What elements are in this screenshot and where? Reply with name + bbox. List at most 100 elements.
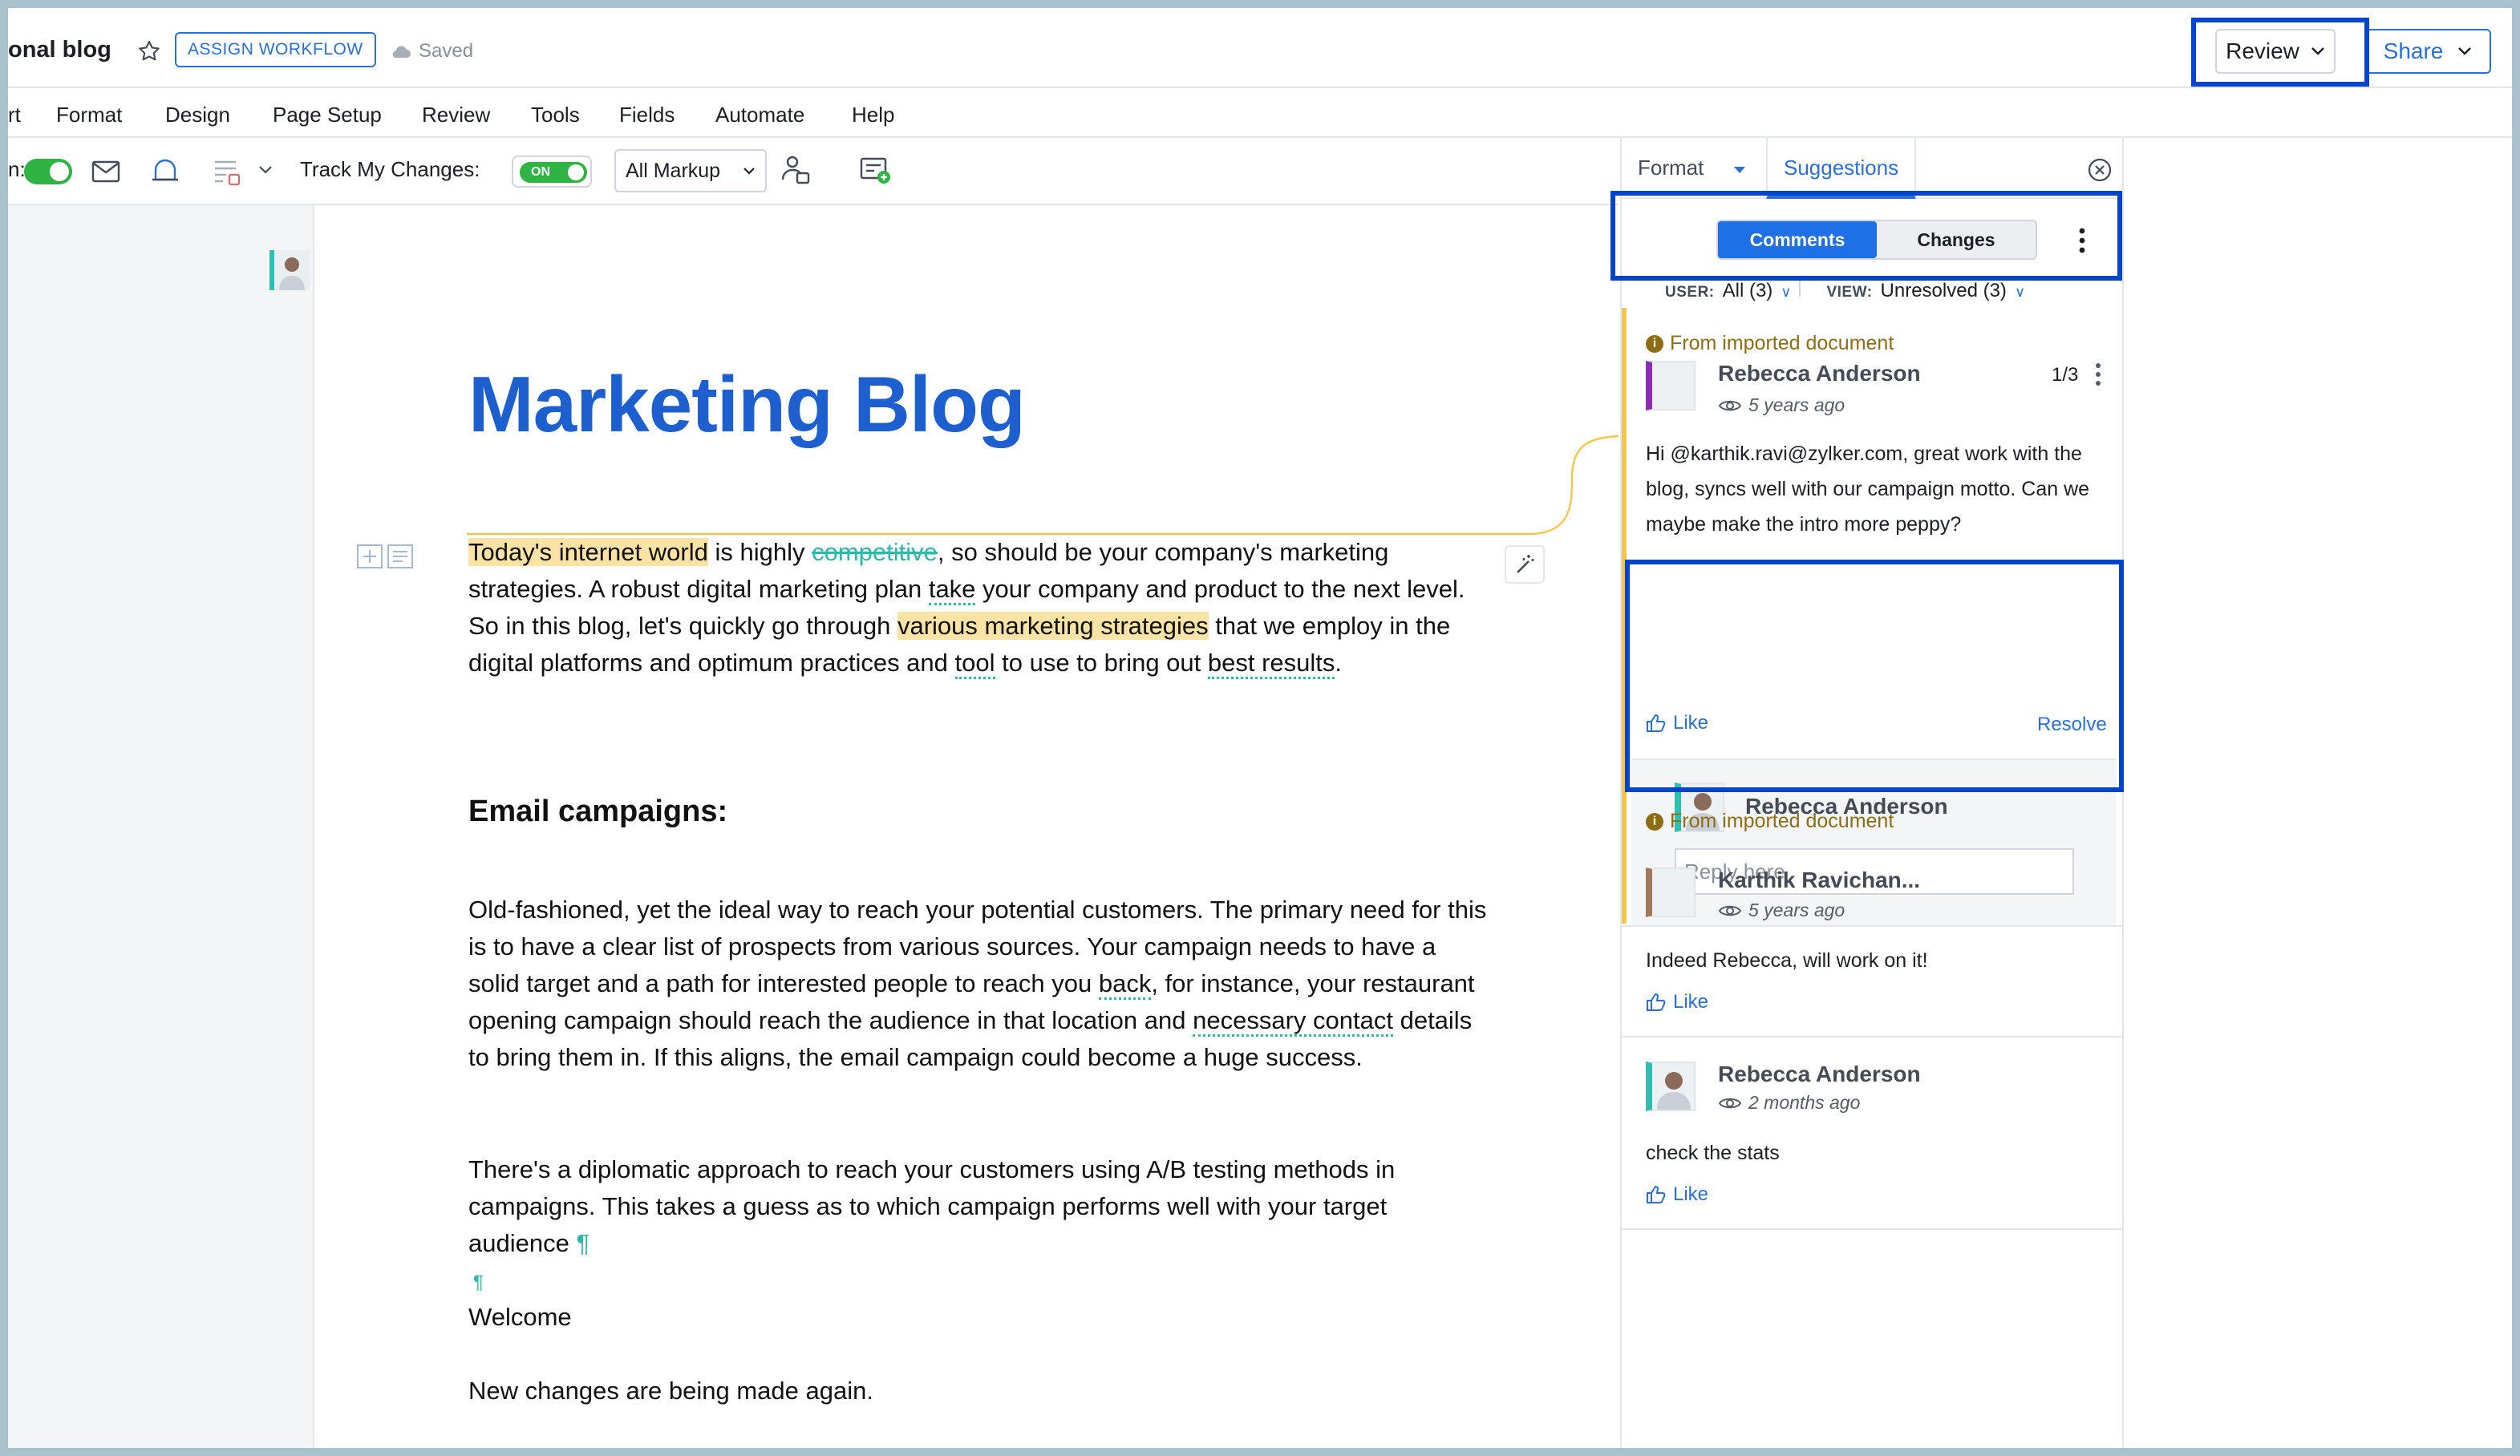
imported-note-text: From imported document [1670, 810, 1894, 832]
save-status: Saved [390, 40, 473, 63]
comment-time-text: 2 months ago [1748, 1092, 1861, 1113]
pilcrow-mark: ¶ [473, 1272, 484, 1293]
imported-note: i From imported document [1646, 810, 1894, 833]
menu-item-design[interactable]: Design [165, 103, 230, 127]
thread-indicator [1622, 308, 1627, 924]
comment-time-text: 5 years ago [1748, 394, 1845, 415]
avatar [1646, 361, 1696, 411]
tab-suggestions[interactable]: Suggestions [1766, 138, 1917, 199]
menu-item-insert[interactable]: rt [8, 103, 21, 127]
tab-comments[interactable]: Comments [1718, 221, 1877, 258]
text-run: . [1335, 649, 1343, 677]
menu-item-format[interactable]: Format [56, 103, 122, 127]
menu-bar: rt Format Design Page Setup Review Tools… [8, 88, 2512, 138]
tab-changes[interactable]: Changes [1877, 221, 2036, 258]
mail-icon[interactable] [91, 160, 120, 183]
spell-suggestion[interactable]: best results [1207, 649, 1335, 679]
caret-down-icon[interactable] [1732, 165, 1747, 175]
comment-counter: 1/3 [2052, 364, 2079, 386]
like-label: Like [1673, 712, 1709, 734]
comment-time-text: 5 years ago [1748, 900, 1845, 920]
track-toggle-pill: ON [520, 162, 587, 183]
resolve-button[interactable]: Resolve [2037, 714, 2107, 736]
thumbs-up-icon [1647, 1185, 1666, 1203]
star-icon[interactable] [136, 38, 162, 64]
share-button[interactable]: Share [2364, 29, 2491, 74]
panel-tabs: Format Suggestions [1622, 138, 2122, 199]
comment-author: Karthik Ravichan... [1718, 868, 1921, 892]
comments-changes-switch: Comments Changes [1716, 220, 2037, 260]
track-changes-label: Track My Changes: [300, 157, 480, 181]
avatar [1646, 1062, 1696, 1111]
comment-author: Rebecca Anderson [1718, 1062, 1921, 1086]
close-icon[interactable] [2087, 157, 2113, 183]
changes-paragraph: New changes are being made again. [468, 1377, 873, 1405]
users-lock-icon[interactable] [780, 154, 812, 186]
top-bar: onal blog ASSIGN WORKFLOW Saved Review S… [8, 8, 2512, 88]
text-run: There's a diplomatic approach to reach y… [468, 1155, 1396, 1257]
user-filter-value[interactable]: All (3) [1723, 280, 1773, 302]
like-button[interactable]: Like [1646, 1183, 1708, 1206]
spell-suggestion[interactable]: back [1098, 969, 1152, 1000]
spell-suggestion[interactable]: necessary contact [1193, 1006, 1393, 1037]
review-button[interactable]: Review [2215, 29, 2336, 74]
app-window: onal blog ASSIGN WORKFLOW Saved Review S… [8, 8, 2512, 1448]
comment-connector [467, 435, 1619, 536]
like-button[interactable]: Like [1646, 712, 1708, 734]
chevron-down-icon [2458, 47, 2472, 55]
comment-body: Indeed Rebecca, will work on it! [1646, 949, 1928, 972]
empty-paragraph: ¶ [473, 1262, 1492, 1301]
markup-select-value: All Markup [626, 159, 721, 182]
pilcrow-mark: ¶ [576, 1229, 590, 1257]
menu-item-automate[interactable]: Automate [715, 103, 804, 127]
view-filter-label: VIEW: [1826, 284, 1873, 301]
spell-suggestion[interactable]: tool [954, 649, 995, 679]
markup-view-select[interactable]: All Markup [614, 149, 767, 192]
comment-body: check the stats [1646, 1142, 1780, 1164]
restrict-icon[interactable] [212, 159, 241, 186]
thumbs-up-icon [1647, 993, 1666, 1011]
menu-item-page-setup[interactable]: Page Setup [273, 103, 382, 127]
compare-icon[interactable] [860, 157, 892, 184]
comment-filters: USER: All (3) ∨ VIEW: Unresolved (3) ∨ [1665, 279, 2025, 302]
info-icon: i [1646, 812, 1663, 831]
track-toggle-state: ON [531, 165, 550, 179]
more-options-icon[interactable] [2077, 226, 2087, 255]
comment-time: 2 months ago [1718, 1092, 1860, 1114]
review-label: Review [2226, 38, 2299, 63]
notification-icon[interactable] [149, 157, 181, 186]
thread-divider [1622, 925, 2122, 927]
like-button[interactable]: Like [1646, 991, 1708, 1013]
avatar [1646, 868, 1696, 917]
menu-item-tools[interactable]: Tools [531, 103, 580, 127]
cloud-icon [392, 46, 411, 58]
comment-time: 5 years ago [1718, 394, 1845, 416]
text-run: to use to bring out [995, 649, 1208, 677]
track-changes-toggle[interactable]: ON [512, 156, 592, 188]
menu-item-help[interactable]: Help [852, 103, 894, 127]
user-filter-label: USER: [1665, 284, 1715, 301]
reply-box: Rebecca Anderson Reply here [1631, 758, 2116, 927]
ab-testing-paragraph: There's a diplomatic approach to reach y… [468, 1151, 1487, 1262]
menu-item-fields[interactable]: Fields [619, 103, 675, 127]
review-toolbar: n: Track My Changes: ON All Markup [8, 138, 1619, 205]
document-title[interactable]: onal blog [8, 37, 111, 63]
comment-menu-icon[interactable] [2095, 362, 2101, 386]
like-label: Like [1673, 991, 1709, 1013]
chevron-down-icon[interactable] [258, 165, 273, 175]
view-filter-value[interactable]: Unresolved (3) [1881, 280, 2007, 302]
assign-workflow-button[interactable]: ASSIGN WORKFLOW [175, 32, 376, 67]
chevron-down-icon[interactable]: ∨ [1781, 284, 1791, 301]
menu-item-review[interactable]: Review [422, 103, 490, 127]
info-icon: i [1646, 334, 1663, 353]
chevron-down-icon [743, 168, 755, 175]
comment-author: Rebecca Anderson [1718, 361, 1921, 386]
tab-format[interactable]: Format [1638, 156, 1704, 180]
document-area: Marketing Blog Today's internet world is… [8, 205, 1619, 1448]
chevron-down-icon[interactable]: ∨ [2015, 284, 2025, 301]
like-label: Like [1673, 1183, 1709, 1205]
share-label: Share [2383, 38, 2444, 63]
eye-icon [1718, 400, 1742, 411]
notify-toggle[interactable] [24, 159, 72, 184]
highlighted-text[interactable]: various marketing strategies [897, 612, 1209, 640]
